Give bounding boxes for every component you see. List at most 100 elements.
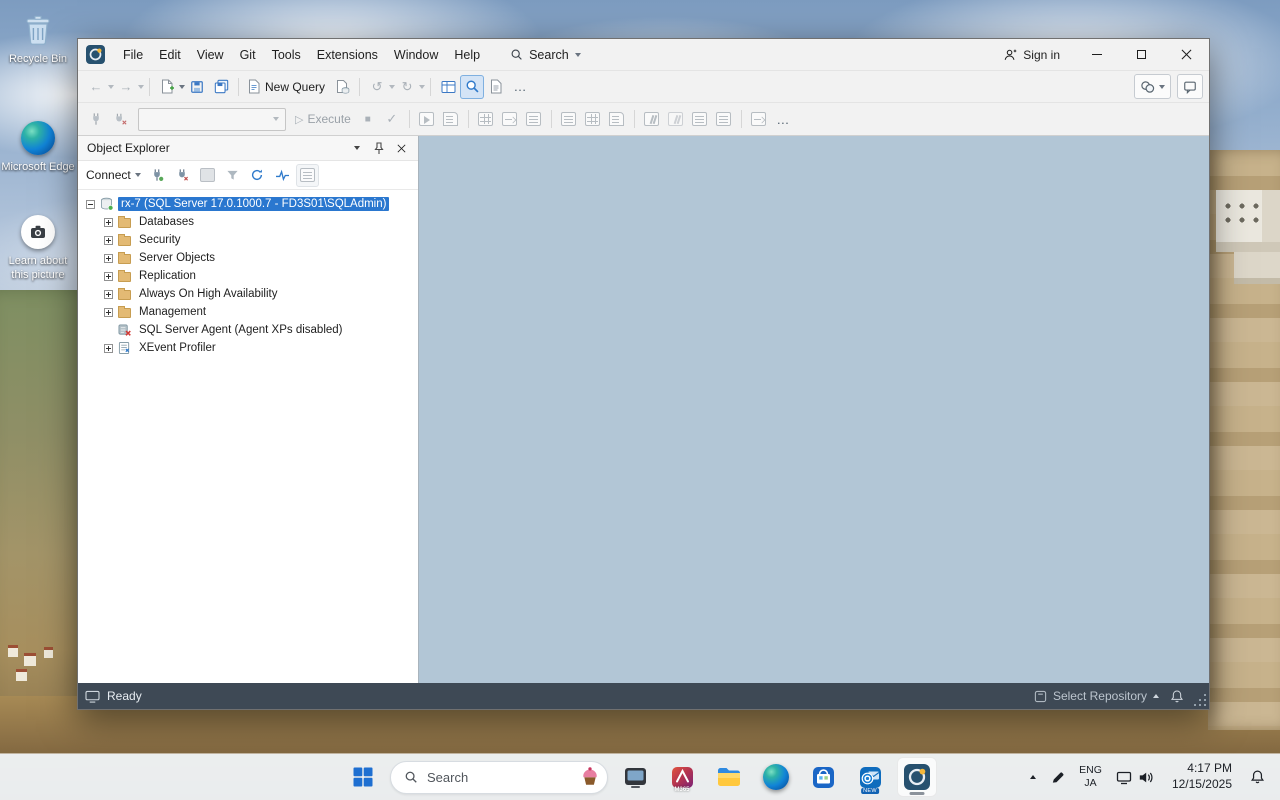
desktop-icon-learn-about-picture[interactable]: Learn about this picture — [0, 212, 76, 283]
menubar-search-button[interactable]: Search — [502, 44, 589, 66]
undo-button[interactable]: ↺ — [365, 75, 389, 99]
results-to-file-button[interactable] — [605, 107, 629, 131]
menu-window[interactable]: Window — [386, 43, 446, 67]
include-actual-plan-button[interactable] — [474, 107, 498, 131]
forward-dropdown-icon[interactable] — [138, 85, 144, 89]
save-all-button[interactable] — [209, 75, 233, 99]
notification-center-button[interactable] — [1245, 760, 1270, 794]
language-indicator[interactable]: ENG JA — [1074, 760, 1107, 794]
menu-extensions[interactable]: Extensions — [309, 43, 386, 67]
taskbar-app-file-explorer[interactable] — [709, 757, 749, 797]
include-client-statistics-button[interactable] — [522, 107, 546, 131]
editor-toolbar-overflow-button[interactable]: … — [771, 107, 795, 131]
change-connection-button[interactable] — [108, 107, 132, 131]
taskbar-app-microsoft-store[interactable] — [803, 757, 843, 797]
disconnect-server-button[interactable] — [171, 164, 194, 187]
display-estimated-plan-button[interactable] — [415, 107, 439, 131]
collapse-icon[interactable] — [86, 200, 95, 209]
scripting-options-button[interactable] — [296, 164, 319, 187]
feedback-button[interactable] — [1177, 74, 1203, 99]
save-button[interactable] — [185, 75, 209, 99]
notifications-bell-icon[interactable] — [1170, 689, 1184, 704]
tree-item-databases[interactable]: Databases — [78, 213, 418, 231]
redo-dropdown-icon[interactable] — [419, 85, 425, 89]
menu-file[interactable]: File — [115, 43, 151, 67]
pen-input-button[interactable] — [1045, 760, 1070, 794]
menu-git[interactable]: Git — [232, 43, 264, 67]
redo-button[interactable]: ↻ — [395, 75, 419, 99]
expand-icon[interactable] — [104, 254, 113, 263]
resize-grip[interactable] — [1193, 683, 1209, 709]
connect-query-button[interactable] — [84, 107, 108, 131]
activity-monitor-grid-button[interactable] — [436, 75, 460, 99]
decrease-indent-button[interactable] — [688, 107, 712, 131]
expand-icon[interactable] — [104, 218, 113, 227]
expand-icon[interactable] — [104, 236, 113, 245]
taskbar-app-outlook[interactable]: NEW — [850, 757, 890, 797]
sqlcmd-mode-button[interactable] — [747, 107, 771, 131]
stop-button[interactable] — [196, 164, 219, 187]
maximize-button[interactable] — [1119, 39, 1164, 70]
minimize-button[interactable] — [1074, 39, 1119, 70]
filter-button[interactable] — [221, 164, 244, 187]
tree-item-replication[interactable]: Replication — [78, 267, 418, 285]
expand-icon[interactable] — [104, 272, 113, 281]
parse-button[interactable]: ✓ — [380, 107, 404, 131]
include-live-statistics-button[interactable] — [498, 107, 522, 131]
cancel-query-button[interactable]: ■ — [356, 107, 380, 131]
available-databases-combobox[interactable] — [138, 108, 286, 131]
comment-selection-button[interactable] — [640, 107, 664, 131]
clock-button[interactable]: 4:17 PM 12/15/2025 — [1163, 760, 1241, 794]
start-button[interactable] — [343, 757, 383, 797]
tree-item-server[interactable]: rx-7 (SQL Server 17.0.1000.7 - FD3S01\SQ… — [78, 195, 418, 213]
connect-server-button[interactable] — [146, 164, 169, 187]
tree-item-security[interactable]: Security — [78, 231, 418, 249]
new-file-button[interactable] — [155, 75, 179, 99]
navigate-back-button[interactable]: ← — [84, 75, 108, 99]
menu-view[interactable]: View — [189, 43, 232, 67]
find-in-files-button[interactable] — [460, 75, 484, 99]
select-repository-button[interactable]: Select Repository — [1032, 689, 1161, 703]
expand-icon[interactable] — [104, 308, 113, 317]
results-to-grid-button[interactable] — [581, 107, 605, 131]
close-button[interactable] — [1164, 39, 1209, 70]
tree-item-sql-server-agent[interactable]: SQL Server Agent (Agent XPs disabled) — [78, 321, 418, 339]
menu-help[interactable]: Help — [446, 43, 488, 67]
new-query-button[interactable]: New Query — [244, 75, 330, 99]
user-profile-switcher-button[interactable] — [1134, 74, 1171, 99]
new-query-current-connection-button[interactable] — [330, 75, 354, 99]
taskbar-app-dev-monitor[interactable] — [615, 757, 655, 797]
taskbar-app-ssms[interactable] — [897, 757, 937, 797]
show-hidden-icons-button[interactable] — [1025, 760, 1041, 794]
close-panel-button[interactable] — [390, 138, 412, 158]
execute-button[interactable]: ▷ Execute — [292, 107, 356, 131]
taskbar-search-box[interactable]: Search — [390, 761, 608, 794]
activity-pulse-icon — [275, 169, 290, 182]
connect-dropdown-button[interactable]: Connect — [83, 164, 144, 187]
increase-indent-button[interactable] — [712, 107, 736, 131]
menu-edit[interactable]: Edit — [151, 43, 189, 67]
expand-icon[interactable] — [104, 344, 113, 353]
menu-tools[interactable]: Tools — [264, 43, 309, 67]
activity-monitor-button[interactable] — [271, 164, 294, 187]
taskbar-app-m365[interactable]: M365 — [662, 757, 702, 797]
tree-item-management[interactable]: Management — [78, 303, 418, 321]
tree-item-xevent-profiler[interactable]: XEvent Profiler — [78, 339, 418, 357]
tree-item-server-objects[interactable]: Server Objects — [78, 249, 418, 267]
pin-button[interactable] — [368, 138, 390, 158]
sign-in-button[interactable]: Sign in — [989, 48, 1074, 62]
navigate-forward-button[interactable]: → — [114, 75, 138, 99]
uncomment-selection-button[interactable] — [664, 107, 688, 131]
expand-icon[interactable] — [104, 290, 113, 299]
tree-item-always-on[interactable]: Always On High Availability — [78, 285, 418, 303]
results-to-text-button[interactable] — [557, 107, 581, 131]
toolbar-overflow-button[interactable]: … — [508, 75, 532, 99]
window-position-button[interactable] — [346, 138, 368, 158]
network-volume-button[interactable] — [1111, 760, 1159, 794]
refresh-button[interactable] — [246, 164, 269, 187]
open-file-button[interactable] — [484, 75, 508, 99]
desktop-icon-edge[interactable]: Microsoft Edge — [0, 118, 76, 175]
taskbar-app-edge[interactable] — [756, 757, 796, 797]
desktop-icon-recycle-bin[interactable]: Recycle Bin — [0, 10, 76, 67]
intellisense-button[interactable] — [439, 107, 463, 131]
